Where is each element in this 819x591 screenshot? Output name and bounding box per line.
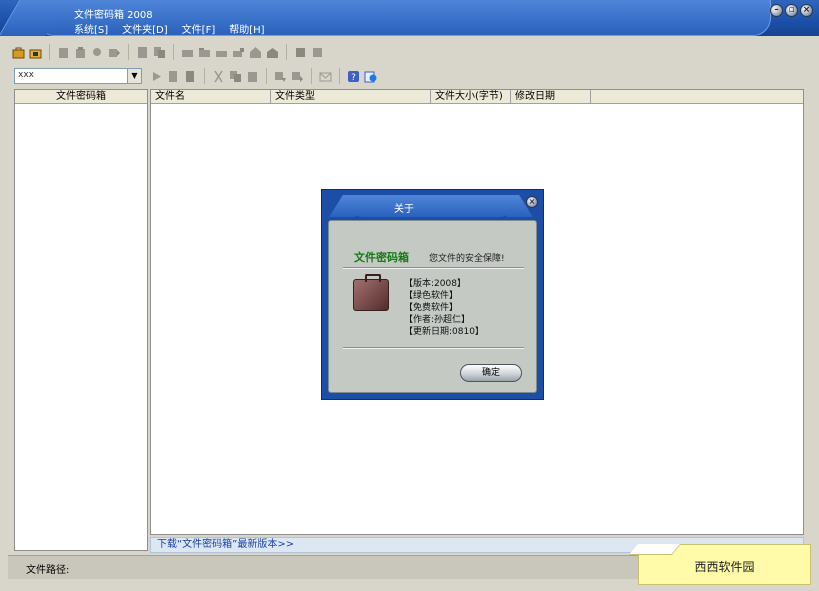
briefcase-icon bbox=[353, 274, 389, 311]
folder-add-icon[interactable] bbox=[215, 46, 228, 59]
menu-bar: 系统[S] 文件夹[D] 文件[F] 帮助[H] bbox=[74, 21, 265, 36]
app-slogan: 您文件的安全保障! bbox=[429, 254, 505, 264]
play-icon[interactable] bbox=[150, 70, 163, 83]
divider bbox=[343, 267, 524, 269]
home-icon[interactable] bbox=[249, 46, 262, 59]
dialog-body: 文件密码箱 您文件的安全保障! 【版本:2008】 【绿色软件】 【免费软件】 … bbox=[328, 220, 537, 393]
delete-icon[interactable] bbox=[311, 46, 324, 59]
folder-tree-header: 文件密码箱 bbox=[15, 90, 147, 104]
close-icon[interactable]: × bbox=[526, 196, 538, 208]
copy-document-icon[interactable] bbox=[153, 46, 166, 59]
file-list-header: 文件名 文件类型 文件大小(字节) 修改日期 bbox=[151, 90, 803, 104]
new-briefcase-icon[interactable] bbox=[29, 46, 42, 59]
dialog-title-tab bbox=[352, 195, 510, 217]
toolbar-separator bbox=[173, 44, 174, 60]
toolbar-file: ? bbox=[150, 66, 377, 86]
help-icon[interactable]: ? bbox=[347, 70, 360, 83]
column-file-name[interactable]: 文件名 bbox=[151, 90, 271, 103]
about-dialog: 关于 × 文件密码箱 您文件的安全保障! 【版本:2008】 【绿色软件】 【免… bbox=[321, 189, 544, 400]
info-author: 【作者:孙超仁】 bbox=[404, 315, 471, 325]
divider bbox=[343, 347, 524, 349]
column-modified-date[interactable]: 修改日期 bbox=[511, 90, 591, 103]
watermark: 西西软件园 bbox=[638, 544, 811, 585]
main-window: 文件密码箱 2008 系统[S] 文件夹[D] 文件[F] 帮助[H] – ▫ … bbox=[0, 0, 819, 591]
dialog-title: 关于 bbox=[394, 204, 414, 215]
move-right-icon[interactable] bbox=[291, 70, 304, 83]
chevron-down-icon[interactable]: ▼ bbox=[127, 69, 141, 83]
paste-icon[interactable] bbox=[246, 70, 259, 83]
document-icon[interactable] bbox=[136, 46, 149, 59]
stop-icon[interactable] bbox=[294, 46, 307, 59]
toolbar-separator bbox=[286, 44, 287, 60]
copy-icon[interactable] bbox=[229, 70, 242, 83]
column-file-type[interactable]: 文件类型 bbox=[271, 90, 431, 103]
file-lock-icon[interactable] bbox=[184, 70, 197, 83]
open-briefcase-icon[interactable] bbox=[12, 46, 25, 59]
menu-system[interactable]: 系统[S] bbox=[74, 21, 108, 36]
web-icon[interactable] bbox=[364, 70, 377, 83]
svg-text:?: ? bbox=[351, 73, 356, 83]
app-name: 文件密码箱 bbox=[354, 251, 409, 264]
ok-button[interactable]: 确定 bbox=[460, 364, 522, 382]
window-controls: – ▫ × bbox=[770, 4, 813, 17]
info-update-date: 【更新日期:0810】 bbox=[404, 327, 484, 337]
toolbar-separator bbox=[339, 68, 340, 84]
toolbar-separator bbox=[204, 68, 205, 84]
file-add-icon[interactable] bbox=[167, 70, 180, 83]
info-version: 【版本:2008】 bbox=[404, 279, 466, 289]
toolbar-separator bbox=[128, 44, 129, 60]
move-down-icon[interactable] bbox=[274, 70, 287, 83]
menu-folder[interactable]: 文件夹[D] bbox=[122, 21, 168, 36]
minimize-icon[interactable]: – bbox=[770, 4, 783, 17]
toolbar-top bbox=[12, 42, 324, 62]
info-free: 【免费软件】 bbox=[404, 303, 459, 313]
column-file-size[interactable]: 文件大小(字节) bbox=[431, 90, 511, 103]
archive-icon[interactable] bbox=[266, 46, 279, 59]
menu-help[interactable]: 帮助[H] bbox=[229, 21, 264, 36]
cut-icon[interactable] bbox=[212, 70, 225, 83]
restore-icon[interactable]: ▫ bbox=[785, 4, 798, 17]
window-title: 文件密码箱 2008 bbox=[74, 10, 153, 21]
info-green: 【绿色软件】 bbox=[404, 291, 459, 301]
toolbar-separator bbox=[49, 44, 50, 60]
menu-file[interactable]: 文件[F] bbox=[182, 21, 216, 36]
toolbar-separator bbox=[311, 68, 312, 84]
export-icon[interactable] bbox=[108, 46, 121, 59]
folder-select-value: xxx bbox=[18, 70, 34, 80]
key-icon[interactable] bbox=[91, 46, 104, 59]
folder-select[interactable]: xxx ▼ bbox=[14, 68, 142, 84]
unlock-icon[interactable] bbox=[74, 46, 87, 59]
folder-icon[interactable] bbox=[181, 46, 194, 59]
app-info: 【版本:2008】 【绿色软件】 【免费软件】 【作者:孙超仁】 【更新日期:0… bbox=[404, 278, 484, 338]
mail-icon[interactable] bbox=[319, 70, 332, 83]
close-icon[interactable]: × bbox=[800, 4, 813, 17]
toolbar-separator bbox=[266, 68, 267, 84]
folder-open-icon[interactable] bbox=[198, 46, 211, 59]
folder-tree-panel[interactable]: 文件密码箱 bbox=[14, 89, 148, 551]
lock-icon[interactable] bbox=[57, 46, 70, 59]
folder-move-icon[interactable] bbox=[232, 46, 245, 59]
file-path-label: 文件路径: bbox=[26, 565, 70, 576]
